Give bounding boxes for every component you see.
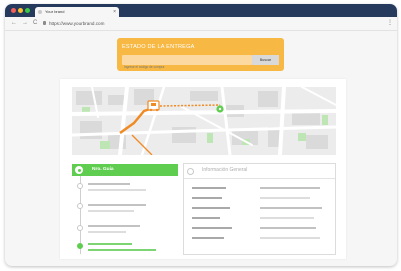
info-placeholder-label <box>192 197 222 199</box>
info-placeholder-label <box>192 217 220 219</box>
delivery-map[interactable] <box>72 87 336 155</box>
lock-icon <box>43 21 46 25</box>
timeline-placeholder-line <box>88 231 126 233</box>
forward-icon[interactable]: → <box>22 17 28 30</box>
timeline-placeholder-line <box>88 210 134 212</box>
info-placeholder-label <box>192 237 224 239</box>
maximize-window-icon[interactable] <box>25 8 30 13</box>
info-placeholder-value <box>260 187 320 189</box>
timeline-node <box>77 225 83 231</box>
favicon-icon <box>38 10 42 14</box>
browser-tab[interactable]: Your brand × <box>35 7 119 17</box>
browser-toolbar: ← → C https://www.yourbrand.com ⋮ <box>5 17 397 31</box>
browser-window: Your brand × ← → C https://www.yourbrand… <box>5 4 397 266</box>
general-info-card: Información General <box>183 163 336 255</box>
truck-icon <box>147 100 160 112</box>
address-url: https://www.yourbrand.com <box>49 21 105 26</box>
timeline-placeholder-line <box>88 249 156 251</box>
general-info-title: Información General <box>202 167 248 173</box>
info-placeholder-value <box>260 227 316 229</box>
reload-icon[interactable]: C <box>33 17 37 30</box>
delivery-status-card: ESTADO DE LA ENTREGA Buscar <box>117 38 284 72</box>
timeline-placeholder-line <box>88 243 132 245</box>
timeline-node-current <box>77 243 83 249</box>
tab-close-icon[interactable]: × <box>113 7 116 17</box>
address-bar[interactable]: https://www.yourbrand.com <box>43 20 343 27</box>
timeline-node <box>77 183 83 189</box>
location-pin-icon <box>216 105 224 113</box>
tab-title: Your brand <box>45 9 65 14</box>
timeline-node <box>77 203 83 209</box>
info-placeholder-value <box>260 217 314 219</box>
info-radio-icon[interactable] <box>187 168 194 175</box>
info-placeholder-label <box>192 207 230 209</box>
tracking-number-label: Nro. Guia <box>92 167 114 172</box>
timeline-placeholder-line <box>88 204 146 206</box>
browser-menu-icon[interactable]: ⋮ <box>387 17 393 30</box>
timeline-placeholder-line <box>88 189 146 191</box>
search-button[interactable]: Buscar <box>252 55 279 65</box>
info-placeholder-value <box>260 197 310 199</box>
tracking-panel: Nro. Guia Información General <box>60 79 346 259</box>
tracking-number-header[interactable]: Nro. Guia <box>72 164 178 176</box>
timeline-placeholder-line <box>88 183 130 185</box>
timeline-placeholder-line <box>88 225 140 227</box>
info-divider <box>184 178 335 179</box>
info-placeholder-value <box>260 237 320 239</box>
info-placeholder-label <box>192 187 226 189</box>
close-window-icon[interactable] <box>11 8 16 13</box>
back-icon[interactable]: ← <box>11 17 17 30</box>
timeline-start-dot <box>77 168 81 172</box>
info-placeholder-value <box>260 207 322 209</box>
info-placeholder-label <box>192 227 232 229</box>
map-graphic <box>72 87 336 155</box>
browser-titlebar: Your brand × <box>5 4 397 17</box>
tracking-code-input[interactable] <box>122 62 252 72</box>
delivery-status-title: ESTADO DE LA ENTREGA <box>122 44 195 50</box>
minimize-window-icon[interactable] <box>18 8 23 13</box>
tracking-code-field[interactable] <box>122 55 252 72</box>
